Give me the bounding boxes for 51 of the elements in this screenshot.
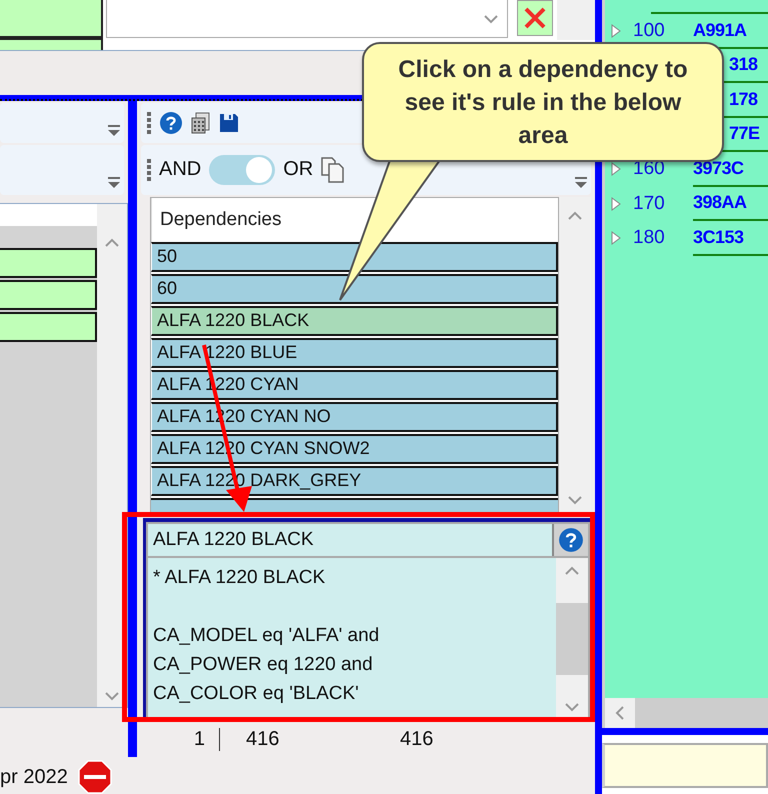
grip-icon	[147, 112, 151, 134]
dependency-row[interactable]: ALFA 1220 BLACK	[151, 306, 558, 336]
rule-heading: * ALFA 1220 BLACK	[153, 566, 326, 590]
row-number: 180	[632, 227, 666, 250]
count-value: 416	[400, 728, 434, 752]
count-value: 416	[245, 728, 280, 752]
grip-icon	[147, 158, 151, 181]
dependency-row[interactable]	[151, 498, 558, 512]
stop-sign-icon	[78, 760, 112, 794]
close-button[interactable]	[517, 0, 553, 36]
chevron-down-icon[interactable]	[483, 14, 499, 24]
row-number: 100	[632, 20, 666, 42]
list-row[interactable]	[0, 312, 97, 342]
close-icon	[523, 6, 547, 30]
dependency-row[interactable]: 50	[151, 242, 558, 272]
rule-condition: CA_POWER eq 1220 and	[153, 652, 374, 677]
scroll-thumb[interactable]	[556, 602, 588, 675]
scroll-up-icon[interactable]	[104, 238, 120, 248]
list-row[interactable]	[0, 248, 97, 278]
save-icon[interactable]	[219, 112, 239, 133]
toggle-label: AND	[159, 158, 202, 182]
input-field[interactable]	[602, 743, 768, 788]
scroll-down-icon[interactable]	[564, 702, 580, 712]
row-code: 398AA	[693, 186, 768, 221]
scroll-down-icon[interactable]	[104, 691, 120, 701]
overflow-icon[interactable]	[108, 177, 120, 189]
copy-icon[interactable]	[321, 156, 346, 183]
calculator-icon[interactable]	[191, 112, 211, 134]
scroll-down-icon[interactable]	[567, 494, 583, 505]
count-value: 1	[140, 728, 220, 752]
list-row[interactable]	[0, 280, 97, 310]
expand-icon[interactable]	[611, 196, 621, 211]
rule-condition: CA_COLOR eq 'BLACK'	[153, 682, 360, 706]
rule-condition: CA_MODEL eq 'ALFA' and	[153, 624, 380, 648]
status-date: pr 2022	[0, 766, 68, 788]
dependency-row[interactable]: 60	[151, 274, 558, 304]
row-code: 3C153	[693, 221, 768, 256]
scroll-up-icon[interactable]	[564, 566, 580, 576]
dropdown[interactable]	[106, 0, 508, 38]
help-icon	[159, 110, 183, 135]
toggle-label: OR	[283, 158, 314, 182]
scroll-up-icon[interactable]	[567, 210, 583, 221]
logic-toggle[interactable]	[209, 154, 276, 185]
overflow-icon[interactable]	[108, 125, 120, 137]
expand-icon[interactable]	[611, 231, 621, 246]
scroll-left-icon[interactable]	[615, 705, 625, 721]
overflow-icon[interactable]	[575, 176, 587, 189]
expand-icon[interactable]	[611, 24, 621, 38]
scrollbar[interactable]	[557, 0, 595, 40]
expand-icon[interactable]	[611, 162, 621, 176]
row-number: 170	[632, 192, 666, 215]
